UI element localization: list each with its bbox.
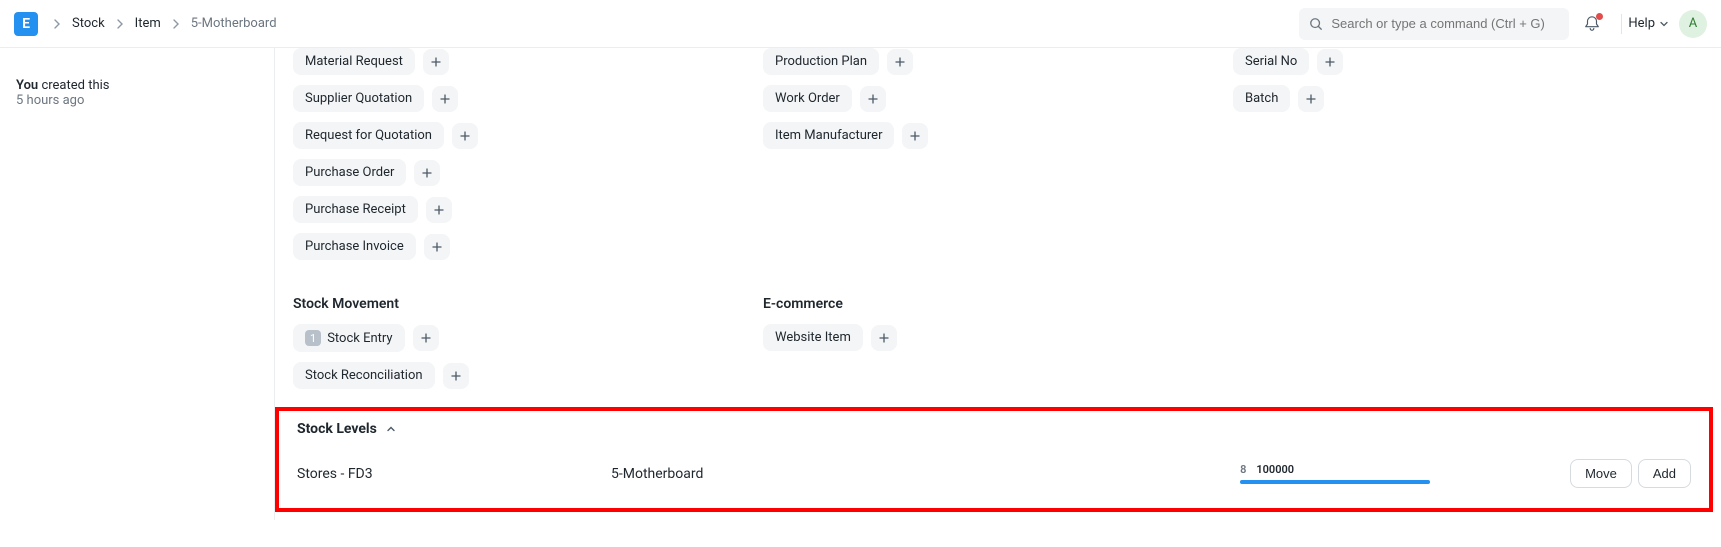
activity-actor: You [16, 78, 38, 93]
chevron-down-icon [1659, 19, 1669, 29]
search-icon [1309, 17, 1323, 31]
avatar[interactable]: A [1679, 10, 1707, 38]
add-material-request[interactable] [423, 49, 449, 75]
search-field[interactable] [1331, 16, 1559, 31]
link-item-manufacturer[interactable]: Item Manufacturer [763, 122, 894, 149]
stock-entry-count: 1 [305, 330, 321, 346]
add-batch[interactable] [1298, 86, 1324, 112]
help-menu[interactable]: Help [1628, 16, 1669, 31]
link-request-for-quotation[interactable]: Request for Quotation [293, 122, 444, 149]
help-label: Help [1628, 16, 1655, 31]
stock-stat-label: 8 [1240, 463, 1246, 476]
link-stock-reconciliation[interactable]: Stock Reconciliation [293, 362, 435, 389]
link-serial-no[interactable]: Serial No [1233, 48, 1309, 75]
link-purchase-invoice[interactable]: Purchase Invoice [293, 233, 416, 260]
link-material-request[interactable]: Material Request [293, 48, 415, 75]
search-input[interactable] [1299, 8, 1569, 40]
link-stock-entry[interactable]: 1 Stock Entry [293, 324, 405, 352]
link-website-item[interactable]: Website Item [763, 324, 863, 351]
activity-time: 5 hours ago [16, 93, 258, 108]
add-purchase-order[interactable] [414, 160, 440, 186]
stock-level-row: Stores - FD3 5-Motherboard 8 100000 Move… [297, 459, 1691, 488]
sidebar: You created this 5 hours ago [0, 48, 274, 520]
stock-stat-value: 100000 [1256, 463, 1294, 476]
add-purchase-receipt[interactable] [426, 197, 452, 223]
section-ecommerce: E-commerce [763, 296, 1233, 312]
section-stock-movement: Stock Movement [293, 296, 763, 312]
chevron-right-icon [46, 19, 68, 29]
add-stock-reconciliation[interactable] [443, 363, 469, 389]
link-work-order[interactable]: Work Order [763, 85, 852, 112]
notification-icon[interactable] [1583, 15, 1601, 33]
chevron-right-icon [109, 19, 131, 29]
breadcrumb-current: 5-Motherboard [191, 16, 277, 31]
link-production-plan[interactable]: Production Plan [763, 48, 879, 75]
notification-dot [1596, 13, 1603, 20]
breadcrumb-item[interactable]: Item [135, 16, 161, 31]
stock-item: 5-Motherboard [611, 466, 1240, 482]
add-work-order[interactable] [860, 86, 886, 112]
activity-action: created this [41, 78, 109, 93]
add-supplier-quotation[interactable] [432, 86, 458, 112]
app-logo[interactable]: E [14, 12, 38, 36]
link-batch[interactable]: Batch [1233, 85, 1290, 112]
breadcrumb: Stock Item 5-Motherboard [46, 16, 277, 31]
stock-entry-label: Stock Entry [327, 331, 392, 346]
divider [1621, 14, 1622, 34]
add-serial-no[interactable] [1317, 49, 1343, 75]
add-stock-entry[interactable] [413, 325, 439, 351]
link-purchase-order[interactable]: Purchase Order [293, 159, 406, 186]
add-request-for-quotation[interactable] [452, 123, 478, 149]
chevron-right-icon [165, 19, 187, 29]
chevron-up-icon[interactable] [385, 423, 397, 435]
breadcrumb-stock[interactable]: Stock [72, 16, 105, 31]
add-production-plan[interactable] [887, 49, 913, 75]
add-website-item[interactable] [871, 325, 897, 351]
link-purchase-receipt[interactable]: Purchase Receipt [293, 196, 418, 223]
add-item-manufacturer[interactable] [902, 123, 928, 149]
stock-levels-section: Stock Levels Stores - FD3 5-Motherboard … [275, 407, 1713, 512]
move-button[interactable]: Move [1570, 459, 1632, 488]
stock-levels-title: Stock Levels [297, 421, 377, 437]
link-supplier-quotation[interactable]: Supplier Quotation [293, 85, 424, 112]
stock-warehouse: Stores - FD3 [297, 466, 611, 482]
add-button[interactable]: Add [1638, 459, 1691, 488]
stock-progress-bar [1240, 480, 1430, 484]
add-purchase-invoice[interactable] [424, 234, 450, 260]
